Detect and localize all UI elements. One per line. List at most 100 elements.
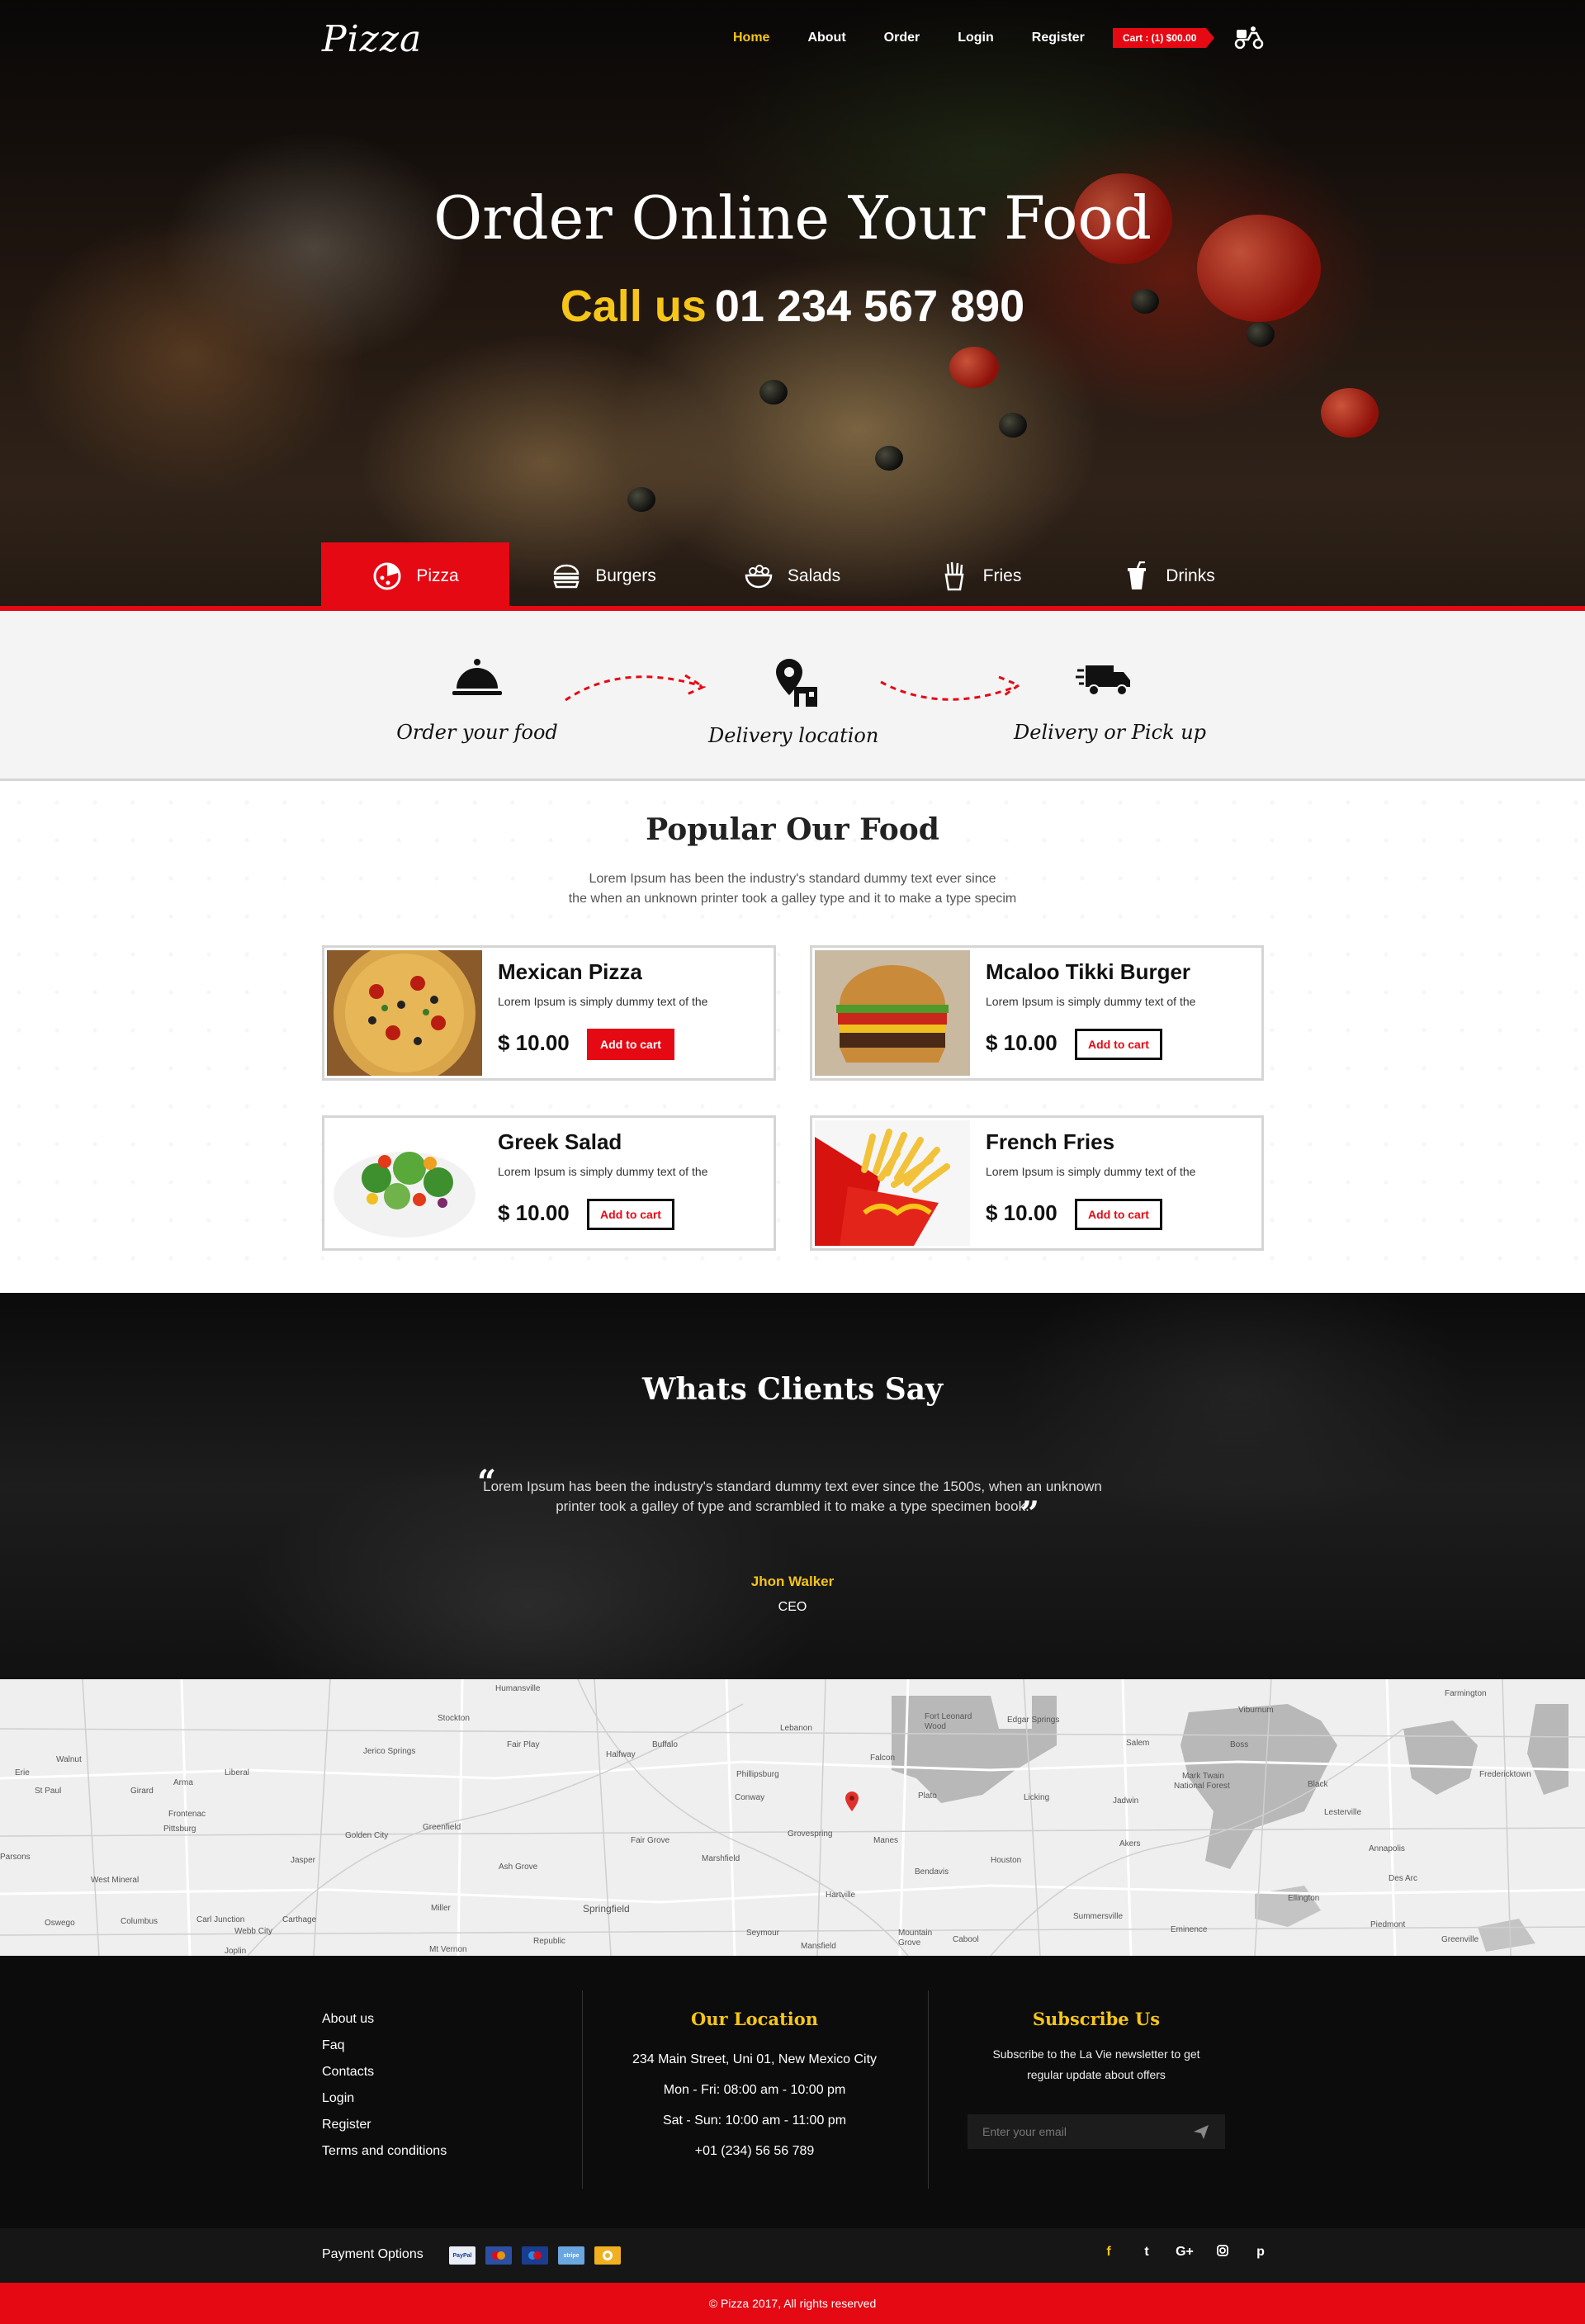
svg-text:Springfield: Springfield xyxy=(583,1903,630,1915)
map-canvas[interactable]: HumansvilleStocktonLebanon Fort LeonardW… xyxy=(0,1679,1585,1956)
add-to-cart-button[interactable]: Add to cart xyxy=(1075,1199,1162,1230)
hero-call: Call us 01 234 567 890 xyxy=(0,281,1585,332)
footer-divider xyxy=(582,1990,583,2189)
client-role: CEO xyxy=(778,1600,807,1614)
svg-text:National Forest: National Forest xyxy=(1174,1782,1230,1791)
cart-button[interactable]: Cart : (1) $00.00 xyxy=(1113,28,1215,48)
popular-subtitle-line1: Lorem Ipsum has been the industry's stan… xyxy=(589,872,996,886)
svg-text:Fair Grove: Fair Grove xyxy=(631,1836,670,1845)
menu-login[interactable]: Login xyxy=(958,31,994,45)
svg-text:Carl Junction: Carl Junction xyxy=(196,1915,244,1924)
menu-about[interactable]: About xyxy=(807,31,845,45)
footer-link-contacts[interactable]: Contacts xyxy=(322,2065,447,2080)
svg-text:Mansfield: Mansfield xyxy=(801,1942,836,1951)
food-price: $ 10.00 xyxy=(986,1200,1057,1225)
svg-text:Eminence: Eminence xyxy=(1171,1925,1208,1934)
top-navigation: Pizza Home About Order Login Register Ca… xyxy=(0,0,1585,78)
tab-salads[interactable]: Salads xyxy=(698,542,886,609)
subscribe-title: Subscribe Us xyxy=(1032,2009,1161,2029)
delivery-truck-icon xyxy=(1076,665,1130,696)
location-title: Our Location xyxy=(690,2009,819,2029)
add-to-cart-button[interactable]: Add to cart xyxy=(587,1199,674,1230)
svg-text:Hartville: Hartville xyxy=(826,1891,856,1900)
pinterest-icon[interactable]: p xyxy=(1242,2245,1280,2260)
svg-text:Summersville: Summersville xyxy=(1073,1912,1123,1921)
add-to-cart-button[interactable]: Add to cart xyxy=(1075,1029,1162,1060)
svg-text:Falcon: Falcon xyxy=(870,1754,895,1763)
tab-label: Burgers xyxy=(595,566,656,585)
google-plus-icon[interactable]: G+ xyxy=(1166,2245,1204,2260)
maestro-icon xyxy=(522,2246,548,2265)
payment-cards: PayPal stripe xyxy=(449,2246,621,2265)
call-phone[interactable]: 01 234 567 890 xyxy=(715,282,1024,331)
svg-text:Humansville: Humansville xyxy=(495,1684,541,1693)
svg-text:Carthage: Carthage xyxy=(282,1915,317,1924)
footer-link-about[interactable]: About us xyxy=(322,2012,447,2027)
svg-text:Liberal: Liberal xyxy=(225,1768,249,1777)
footer-link-login[interactable]: Login xyxy=(322,2091,447,2106)
menu-register[interactable]: Register xyxy=(1032,31,1085,45)
footer-links: About us Faq Contacts Login Register Ter… xyxy=(322,2012,447,2170)
tab-drinks[interactable]: Drinks xyxy=(1074,542,1262,609)
svg-text:Annapolis: Annapolis xyxy=(1369,1844,1405,1853)
tab-fries[interactable]: Fries xyxy=(886,542,1074,609)
map-pin-icon[interactable] xyxy=(845,1792,859,1811)
footer-divider xyxy=(928,1990,929,2189)
svg-text:Buffalo: Buffalo xyxy=(652,1740,678,1749)
menu-order[interactable]: Order xyxy=(884,31,920,45)
svg-text:Cabool: Cabool xyxy=(953,1935,979,1944)
location-address: 234 Main Street, Uni 01, New Mexico City xyxy=(632,2052,878,2066)
footer-link-terms[interactable]: Terms and conditions xyxy=(322,2144,447,2159)
testimonial-title: Whats Clients Say xyxy=(641,1372,944,1407)
hero-title: Order Online Your Food xyxy=(433,183,1152,253)
food-name: Mcaloo Tikki Burger xyxy=(986,959,1191,984)
svg-text:Jasper: Jasper xyxy=(291,1856,316,1865)
svg-text:Fort Leonard: Fort Leonard xyxy=(925,1712,972,1721)
svg-text:Columbus: Columbus xyxy=(121,1917,158,1926)
scooter-icon[interactable] xyxy=(1233,25,1265,50)
footer-link-faq[interactable]: Faq xyxy=(322,2038,447,2053)
food-description: Lorem Ipsum is simply dummy text of the xyxy=(986,995,1196,1008)
twitter-icon[interactable]: t xyxy=(1128,2245,1166,2260)
svg-text:Black: Black xyxy=(1308,1780,1328,1789)
svg-text:West Mineral: West Mineral xyxy=(91,1876,139,1885)
svg-text:Miller: Miller xyxy=(431,1904,452,1913)
add-to-cart-button[interactable]: Add to cart xyxy=(587,1029,674,1060)
svg-text:Salem: Salem xyxy=(1126,1739,1149,1748)
step-location: Delivery location xyxy=(708,657,878,747)
paypal-icon: PayPal xyxy=(449,2246,476,2265)
order-steps: Order your food Delivery location Delive… xyxy=(0,611,1585,781)
svg-text:Parsons: Parsons xyxy=(0,1853,31,1862)
pizza-icon xyxy=(371,561,403,592)
email-input[interactable] xyxy=(968,2114,1225,2149)
svg-text:St Paul: St Paul xyxy=(35,1787,61,1796)
call-label: Call us xyxy=(560,282,707,331)
svg-text:Golden City: Golden City xyxy=(345,1831,388,1840)
send-icon[interactable] xyxy=(1192,2123,1210,2141)
menu-home[interactable]: Home xyxy=(733,31,769,45)
tab-pizza[interactable]: Pizza xyxy=(321,542,509,609)
instagram-icon[interactable] xyxy=(1204,2245,1242,2260)
popular-subtitle-line2: the when an unknown printer took a galle… xyxy=(568,892,1017,906)
footer-link-register[interactable]: Register xyxy=(322,2118,447,2132)
facebook-icon[interactable]: f xyxy=(1090,2245,1128,2260)
category-tabs: Pizza Burgers Salads Fries Drinks xyxy=(321,542,1262,609)
footer-subscribe: Subscribe Us Subscribe to the La Vie new… xyxy=(939,2009,1253,2085)
svg-text:Arma: Arma xyxy=(173,1778,193,1787)
cloche-icon xyxy=(452,659,502,695)
svg-text:Edgar Springs: Edgar Springs xyxy=(1007,1716,1059,1725)
svg-text:Conway: Conway xyxy=(735,1793,764,1802)
step-label: Delivery or Pick up xyxy=(1014,721,1207,744)
popular-title: Popular Our Food xyxy=(646,812,939,847)
payment-label: Payment Options xyxy=(322,2247,423,2261)
site-logo[interactable]: Pizza xyxy=(322,18,422,60)
site-footer: About us Faq Contacts Login Register Ter… xyxy=(0,1956,1585,2228)
svg-text:Boss: Boss xyxy=(1230,1740,1248,1749)
food-card: French Fries Lorem Ipsum is simply dummy… xyxy=(810,1115,1264,1251)
svg-text:Jadwin: Jadwin xyxy=(1113,1796,1138,1806)
location-map[interactable]: Humansville Stockton Lebanon Fort Leonard W… xyxy=(0,1679,1585,1956)
location-phone[interactable]: +01 (234) 56 56 789 xyxy=(598,2136,911,2166)
tab-burgers[interactable]: Burgers xyxy=(509,542,698,609)
svg-text:Girard: Girard xyxy=(130,1787,154,1796)
svg-text:Mark Twain: Mark Twain xyxy=(1182,1772,1224,1781)
